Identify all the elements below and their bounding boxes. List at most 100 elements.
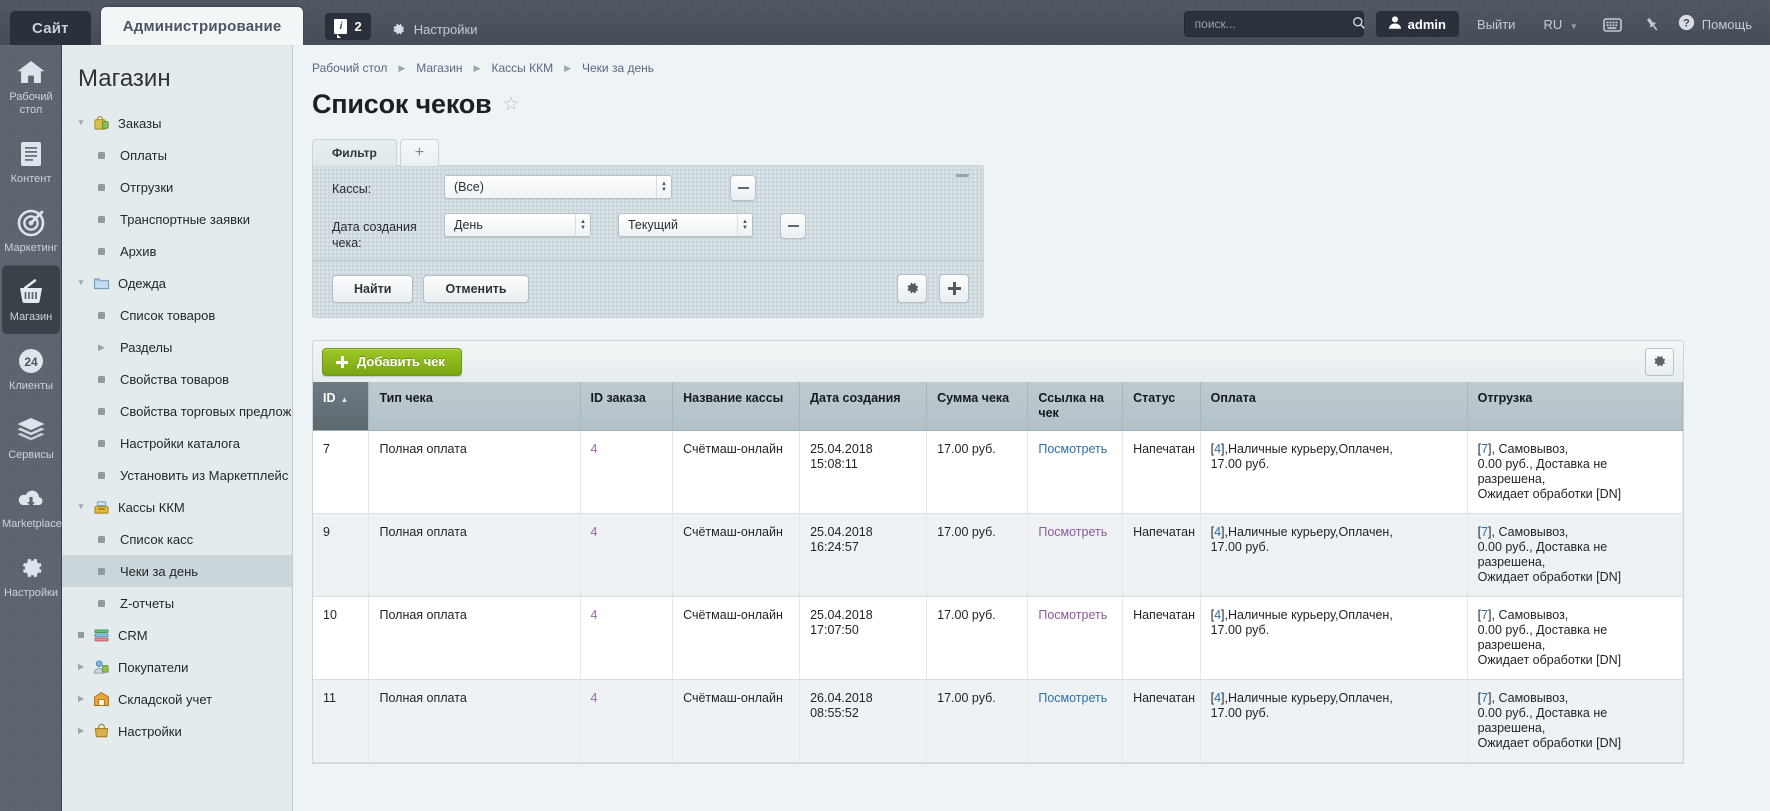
rail-item-6[interactable]: Сервисы xyxy=(0,403,62,472)
order-id-link[interactable]: 4 xyxy=(591,525,598,539)
language-switcher[interactable]: RU ▼ xyxy=(1529,17,1591,32)
sidebar-item-14[interactable]: Список касс xyxy=(62,523,292,555)
breadcrumb-item-4[interactable]: Чеки за день xyxy=(582,61,654,75)
filter-remove-date-button[interactable] xyxy=(780,213,806,239)
collapse-icon[interactable] xyxy=(956,174,969,177)
shipment-id-link[interactable]: 7 xyxy=(1481,442,1488,456)
topbar-settings-button[interactable]: Настройки xyxy=(391,22,477,37)
order-id-link[interactable]: 4 xyxy=(591,608,598,622)
shipment-id-link[interactable]: 7 xyxy=(1481,691,1488,705)
cell-link[interactable]: Посмотреть xyxy=(1027,513,1124,597)
sidebar-item-2[interactable]: Оплаты xyxy=(62,139,292,171)
cell-order-id[interactable]: 4 xyxy=(580,513,674,597)
breadcrumb-item-1[interactable]: Рабочий стол xyxy=(312,61,387,75)
sidebar-item-20[interactable]: ▶ Настройки xyxy=(62,715,292,747)
rail-item-8[interactable]: Настройки xyxy=(0,541,62,610)
table-row[interactable]: 9 Полная оплата 4 Счётмаш-онлайн 25.04.2018 1… xyxy=(313,513,1684,597)
chevron-right-icon[interactable]: ▶ xyxy=(76,663,86,671)
date-period-modifier-select[interactable]: Текущий ▲ ▼ xyxy=(618,213,753,237)
sidebar-item-13[interactable]: ▼ Кассы ККМ xyxy=(62,491,292,523)
payment-id-link[interactable]: 4 xyxy=(1214,608,1221,622)
breadcrumb-item-3[interactable]: Кассы ККМ xyxy=(491,61,553,75)
order-id-link[interactable]: 4 xyxy=(591,691,598,705)
cell-order-id[interactable]: 4 xyxy=(580,679,674,763)
sidebar-item-17[interactable]: CRM xyxy=(62,619,292,651)
column-header-payment[interactable]: Оплата xyxy=(1200,382,1468,431)
column-header-shipment[interactable]: Отгрузка xyxy=(1467,382,1684,431)
tab-site[interactable]: Сайт xyxy=(10,11,91,45)
filter-add-button[interactable] xyxy=(939,274,969,303)
payment-id-link[interactable]: 4 xyxy=(1214,442,1221,456)
sidebar-item-6[interactable]: ▼ Одежда xyxy=(62,267,292,299)
table-row[interactable]: 10 Полная оплата 4 Счётмаш-онлайн 25.04.2018… xyxy=(313,596,1684,680)
search-icon[interactable] xyxy=(1352,16,1366,33)
chevron-down-icon[interactable]: ▼ xyxy=(76,279,86,287)
rail-item-5[interactable]: 24 Клиенты xyxy=(0,334,62,403)
sidebar-item-8[interactable]: ▶ Разделы xyxy=(62,331,292,363)
view-receipt-link[interactable]: Посмотреть xyxy=(1038,442,1107,456)
cell-order-id[interactable]: 4 xyxy=(580,596,674,680)
view-receipt-link[interactable]: Посмотреть xyxy=(1038,691,1107,705)
column-header-order_id[interactable]: ID заказа xyxy=(580,382,674,431)
add-filter-tab-button[interactable]: + xyxy=(399,139,440,166)
filter-remove-cashbox-button[interactable] xyxy=(730,175,756,201)
rail-item-3[interactable]: Маркетинг xyxy=(0,196,62,265)
cell-link[interactable]: Посмотреть xyxy=(1027,679,1124,763)
sidebar-item-11[interactable]: Настройки каталога xyxy=(62,427,292,459)
sidebar-item-16[interactable]: Z-отчеты xyxy=(62,587,292,619)
column-header-id[interactable]: ID ▲ xyxy=(313,382,370,431)
favorite-star-icon[interactable]: ☆ xyxy=(502,93,519,116)
cell-link[interactable]: Посмотреть xyxy=(1027,430,1124,514)
search-box[interactable] xyxy=(1183,11,1366,37)
rail-item-4[interactable]: Магазин xyxy=(2,265,60,334)
sidebar-item-19[interactable]: ▶ Складской учет xyxy=(62,683,292,715)
rail-item-2[interactable]: Контент xyxy=(0,127,62,196)
chevron-down-icon[interactable]: ▼ xyxy=(76,119,86,127)
shipment-id-link[interactable]: 7 xyxy=(1481,608,1488,622)
tab-filter[interactable]: Фильтр xyxy=(312,139,397,166)
date-period-select[interactable]: День ▲ ▼ xyxy=(444,213,591,237)
search-input[interactable] xyxy=(1192,16,1352,32)
column-header-sum[interactable]: Сумма чека xyxy=(926,382,1029,431)
table-row[interactable]: 11 Полная оплата 4 Счётмаш-онлайн 26.04.2018… xyxy=(313,679,1684,763)
sidebar-item-12[interactable]: Установить из Маркетплейс xyxy=(62,459,292,491)
cashbox-select[interactable]: (Все) ▲ ▼ xyxy=(444,175,672,199)
sidebar-item-10[interactable]: Свойства торговых предложений xyxy=(62,395,292,427)
sidebar-item-7[interactable]: Список товаров xyxy=(62,299,292,331)
shipment-id-link[interactable]: 7 xyxy=(1481,525,1488,539)
cell-order-id[interactable]: 4 xyxy=(580,430,674,514)
column-header-type[interactable]: Тип чека xyxy=(368,382,581,431)
order-id-link[interactable]: 4 xyxy=(591,442,598,456)
chevron-right-icon[interactable]: ▶ xyxy=(76,727,86,735)
sidebar-item-4[interactable]: Транспортные заявки xyxy=(62,203,292,235)
payment-id-link[interactable]: 4 xyxy=(1214,525,1221,539)
help-button[interactable]: ? Помощь xyxy=(1672,14,1756,34)
view-receipt-link[interactable]: Посмотреть xyxy=(1038,525,1107,539)
chevron-right-icon[interactable]: ▶ xyxy=(76,695,86,703)
column-header-link[interactable]: Ссылка на чек xyxy=(1027,382,1124,431)
chevron-down-icon[interactable]: ▼ xyxy=(76,503,86,511)
keyboard-icon[interactable] xyxy=(1592,17,1633,32)
logout-link[interactable]: Выйти xyxy=(1463,17,1530,32)
chevron-right-icon[interactable]: ▶ xyxy=(98,342,108,353)
notification-counter[interactable]: i 2 xyxy=(325,13,371,40)
filter-settings-button[interactable] xyxy=(897,274,927,303)
table-row[interactable]: 7 Полная оплата 4 Счётмаш-онлайн 25.04.2018 1… xyxy=(313,430,1684,514)
sidebar-item-1[interactable]: ▼ Заказы xyxy=(62,107,292,139)
breadcrumb-item-2[interactable]: Магазин xyxy=(416,61,462,75)
sidebar-item-9[interactable]: Свойства товаров xyxy=(62,363,292,395)
sidebar-item-3[interactable]: Отгрузки xyxy=(62,171,292,203)
rail-item-7[interactable]: Marketplace xyxy=(0,472,62,541)
payment-id-link[interactable]: 4 xyxy=(1214,691,1221,705)
cancel-button[interactable]: Отменить xyxy=(423,274,529,303)
column-header-cashbox[interactable]: Название кассы xyxy=(672,382,801,431)
bullet-icon[interactable] xyxy=(76,632,86,638)
column-header-created[interactable]: Дата создания xyxy=(799,382,928,431)
sidebar-item-18[interactable]: ▶ Покупатели xyxy=(62,651,292,683)
user-menu-button[interactable]: admin xyxy=(1375,11,1459,37)
tab-administration[interactable]: Администрирование xyxy=(100,7,304,45)
find-button[interactable]: Найти xyxy=(332,274,414,303)
grid-settings-button[interactable] xyxy=(1645,347,1674,376)
add-receipt-button[interactable]: Добавить чек xyxy=(322,347,462,376)
rail-item-1[interactable]: Рабочий стол xyxy=(0,45,62,127)
